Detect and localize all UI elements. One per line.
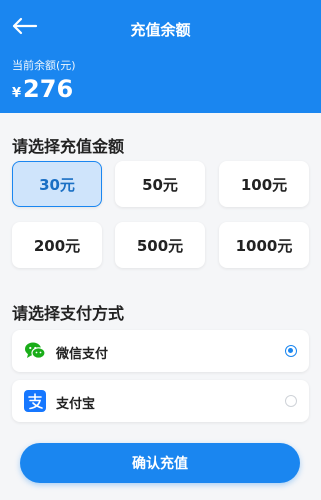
amount-option-1000[interactable]: 1000元	[219, 222, 309, 268]
amount-option-100[interactable]: 100元	[219, 161, 309, 207]
amount-option-50[interactable]: 50元	[115, 161, 205, 207]
balance-value: ¥276	[12, 75, 73, 103]
balance-amount: 276	[23, 75, 74, 103]
amount-option-500[interactable]: 500元	[115, 222, 205, 268]
balance-label: 当前余额(元)	[12, 59, 76, 72]
alipay-icon	[24, 390, 46, 412]
radio-alipay[interactable]	[285, 395, 297, 407]
radio-wechat-selected[interactable]	[285, 345, 297, 357]
payment-label-wechat: 微信支付	[56, 347, 109, 362]
confirm-recharge-button[interactable]: 确认充值	[20, 443, 300, 483]
page-title: 充值余额	[130, 21, 191, 39]
payment-option-alipay[interactable]: 支付宝	[12, 380, 309, 422]
header: 充值余额 当前余额(元) ¥276	[0, 0, 321, 113]
payment-section-title: 请选择支付方式	[12, 304, 125, 323]
payment-label-alipay: 支付宝	[56, 397, 96, 412]
amount-section-title: 请选择充值金额	[12, 137, 125, 156]
currency-symbol: ¥	[12, 86, 22, 101]
amount-option-30[interactable]: 30元	[12, 161, 102, 207]
payment-option-wechat[interactable]: 微信支付	[12, 330, 309, 372]
amount-option-200[interactable]: 200元	[12, 222, 102, 268]
wechat-pay-icon	[25, 342, 46, 359]
